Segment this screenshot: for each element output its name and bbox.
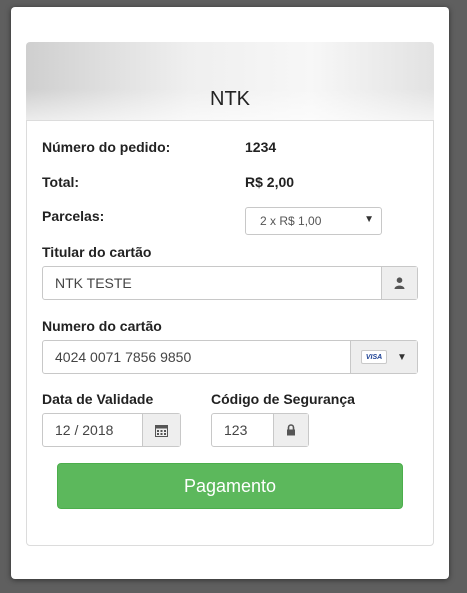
pay-button[interactable]: Pagamento	[57, 463, 403, 509]
header-banner: NTK	[26, 42, 434, 120]
chevron-down-icon: ▼	[364, 214, 374, 225]
installments-select[interactable]: 2 x R$ 1,00 ▼	[245, 207, 382, 235]
expiry-label: Data de Validade	[42, 391, 154, 407]
card-holder-label: Titular do cartão	[42, 244, 152, 260]
calendar-icon[interactable]	[142, 414, 180, 446]
total-value: R$ 2,00	[245, 174, 295, 190]
order-number-label: Número do pedido:	[42, 139, 171, 155]
installments-label: Parcelas:	[42, 208, 105, 224]
cvv-field[interactable]: 123	[211, 413, 309, 447]
card-brand-dropdown[interactable]: VISA ▼	[350, 341, 417, 373]
card-number-input[interactable]: 4024 0071 7856 9850	[43, 341, 350, 373]
cvv-input[interactable]: 123	[212, 414, 273, 446]
lock-icon	[273, 414, 308, 446]
card-holder-field[interactable]: NTK TESTE	[42, 266, 418, 300]
installments-selected: 2 x R$ 1,00	[260, 214, 322, 228]
order-number-value: 1234	[245, 139, 277, 155]
card-number-label: Numero do cartão	[42, 318, 162, 334]
visa-icon: VISA	[361, 350, 388, 364]
page-title: NTK	[210, 88, 250, 110]
card-holder-input[interactable]: NTK TESTE	[43, 267, 381, 299]
user-icon	[381, 267, 417, 299]
expiry-input[interactable]: 12 / 2018	[43, 414, 142, 446]
card-number-field[interactable]: 4024 0071 7856 9850 VISA ▼	[42, 340, 418, 374]
total-label: Total:	[42, 174, 80, 190]
expiry-field[interactable]: 12 / 2018	[42, 413, 181, 447]
payment-form: Número do pedido: 1234 Total: R$ 2,00 Pa…	[26, 120, 434, 546]
caret-down-icon: ▼	[397, 351, 407, 363]
payment-window: NTK Número do pedido: 1234 Total: R$ 2,0…	[11, 7, 449, 579]
cvv-label: Código de Segurança	[211, 391, 355, 407]
